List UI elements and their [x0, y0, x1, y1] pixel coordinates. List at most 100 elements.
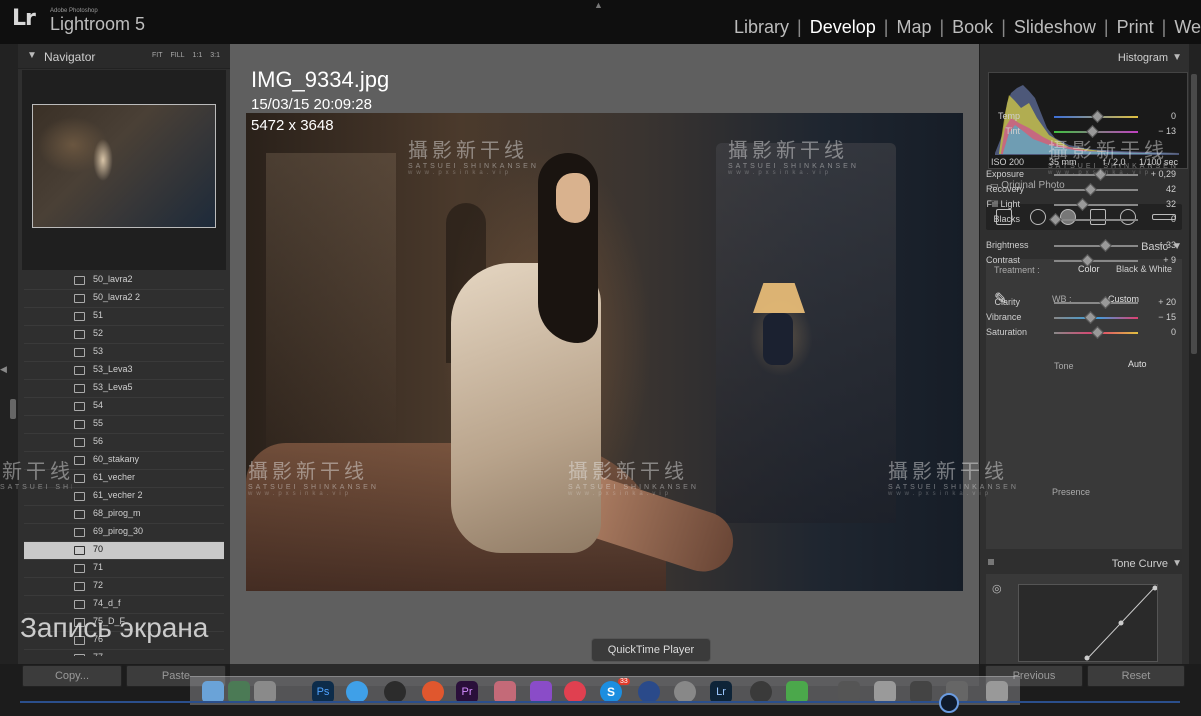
collapse-triangle-icon[interactable]: ▼ [1172, 558, 1182, 569]
slider-track[interactable] [1054, 296, 1138, 309]
slider-value[interactable]: − 15 [1142, 312, 1176, 322]
collection-row[interactable]: 54 [24, 398, 224, 416]
collapse-triangle-icon[interactable]: ▼ [27, 50, 37, 61]
tone-curve-graph[interactable] [1018, 584, 1158, 662]
right-scrollbar[interactable] [1191, 74, 1197, 354]
system-preferences-icon[interactable] [674, 681, 696, 703]
collection-row[interactable]: 53_Leva3 [24, 362, 224, 380]
music-icon[interactable] [564, 681, 586, 703]
app-icon[interactable] [494, 681, 516, 703]
copy-button[interactable]: Copy... [22, 665, 122, 687]
navigator-header[interactable]: ▼ Navigator FIT FILL 1:1 3:1 [18, 44, 230, 69]
histogram-header[interactable]: Histogram ▼ [980, 48, 1190, 68]
main-photo[interactable] [246, 113, 963, 591]
window-icon[interactable] [910, 681, 932, 703]
navigator-thumbnail[interactable] [32, 104, 216, 228]
collection-row[interactable]: 53_Leva5 [24, 380, 224, 398]
lightroom-dock-icon[interactable]: Lr [710, 681, 732, 703]
zoom-fill[interactable]: FILL [171, 52, 185, 59]
app-icon[interactable] [750, 681, 772, 703]
collection-row[interactable]: 70 [24, 542, 224, 560]
panel-toggle-icon[interactable] [988, 559, 994, 565]
slider-value[interactable]: 0 [1142, 214, 1176, 224]
collection-row[interactable]: 77 [24, 650, 224, 656]
slider-track[interactable] [1054, 183, 1138, 196]
module-library[interactable]: Library [726, 17, 797, 38]
playback-timeline[interactable] [20, 701, 1180, 703]
preview-icon[interactable] [254, 681, 276, 703]
treatment-bw[interactable]: Black & White [1116, 264, 1172, 274]
safari-icon[interactable] [346, 681, 368, 703]
left-scrollbar[interactable] [10, 399, 16, 419]
collection-row[interactable]: 71 [24, 560, 224, 578]
printer-icon[interactable] [838, 681, 860, 703]
slider-knob[interactable] [1084, 311, 1098, 324]
slider-value[interactable]: 32 [1142, 199, 1176, 209]
module-web[interactable]: Web [1166, 17, 1201, 38]
watermark-latin: SATSUEI SHINKANSEN [568, 484, 699, 491]
slider-value[interactable]: 0 [1142, 111, 1176, 121]
radial-filter-icon[interactable] [1120, 209, 1136, 225]
spot-removal-icon[interactable] [1030, 209, 1046, 225]
slider-value[interactable]: 0 [1142, 327, 1176, 337]
chrome-icon[interactable] [422, 681, 444, 703]
collection-row[interactable]: 55 [24, 416, 224, 434]
utorrent-icon[interactable] [786, 681, 808, 703]
quicktime-player-icon[interactable] [638, 681, 660, 703]
module-map[interactable]: Map [888, 17, 939, 38]
keyboard-icon[interactable] [874, 681, 896, 703]
premiere-icon[interactable]: Pr [456, 681, 478, 703]
collection-label: 54 [93, 400, 104, 410]
slider-value[interactable]: + 33 [1142, 240, 1176, 250]
slider-track[interactable] [1054, 311, 1138, 324]
slider-track[interactable] [1054, 198, 1138, 211]
collection-row[interactable]: 72 [24, 578, 224, 596]
collection-row[interactable]: 68_pirog_m [24, 506, 224, 524]
expand-left-icon[interactable]: ◀ [0, 364, 7, 375]
slider-value[interactable]: + 9 [1142, 255, 1176, 265]
navigator-preview-area [22, 70, 226, 270]
collection-row[interactable]: 53 [24, 344, 224, 362]
quicktime-icon[interactable] [384, 681, 406, 703]
slider-track[interactable] [1054, 326, 1138, 339]
module-print[interactable]: Print [1109, 17, 1162, 38]
tone-auto-button[interactable]: Auto [1128, 359, 1147, 369]
slider-track[interactable] [1054, 254, 1138, 267]
slider-track[interactable] [1049, 213, 1138, 226]
collapse-top-icon[interactable]: ▲ [594, 0, 603, 10]
tone-curve-header[interactable]: Tone Curve ▼ [980, 554, 1190, 574]
collection-row[interactable]: 52 [24, 326, 224, 344]
slider-knob[interactable] [1084, 183, 1098, 196]
collection-row[interactable]: 51 [24, 308, 224, 326]
reset-button[interactable]: Reset [1087, 665, 1185, 687]
imovie-icon[interactable] [530, 681, 552, 703]
collection-icon [74, 510, 85, 519]
slider-value[interactable]: + 20 [1142, 297, 1176, 307]
zoom-fit[interactable]: FIT [152, 52, 163, 59]
collection-row[interactable]: 50_lavra2 [24, 272, 224, 290]
collapse-triangle-icon[interactable]: ▼ [1172, 52, 1182, 63]
collection-row[interactable]: 69_pirog_30 [24, 524, 224, 542]
photoshop-icon[interactable]: Ps [312, 681, 334, 703]
module-book[interactable]: Book [944, 17, 1001, 38]
playback-scrubber[interactable] [939, 693, 959, 713]
collection-row[interactable]: 56 [24, 434, 224, 452]
trash-icon[interactable] [986, 681, 1008, 703]
photos-icon[interactable] [228, 681, 250, 703]
slider-value[interactable]: 42 [1142, 184, 1176, 194]
finder-icon[interactable] [202, 681, 224, 703]
target-adjust-icon[interactable]: ◎ [992, 582, 1002, 595]
slider-track[interactable] [1054, 239, 1138, 252]
collection-icon [74, 546, 85, 555]
image-canvas[interactable]: IMG_9334.jpg 15/03/15 20:09:28 5472 x 36… [230, 44, 979, 664]
slider-track[interactable] [1054, 125, 1138, 138]
zoom-1-1[interactable]: 1:1 [193, 52, 203, 59]
module-develop[interactable]: Develop [802, 17, 884, 38]
graduated-filter-icon[interactable] [1090, 209, 1106, 225]
zoom-3-1[interactable]: 3:1 [210, 52, 220, 59]
module-slideshow[interactable]: Slideshow [1006, 17, 1104, 38]
red-eye-icon[interactable] [1060, 209, 1076, 225]
slider-track[interactable] [1054, 110, 1138, 123]
collection-row[interactable]: 50_lavra2 2 [24, 290, 224, 308]
slider-knob[interactable] [1091, 326, 1104, 339]
